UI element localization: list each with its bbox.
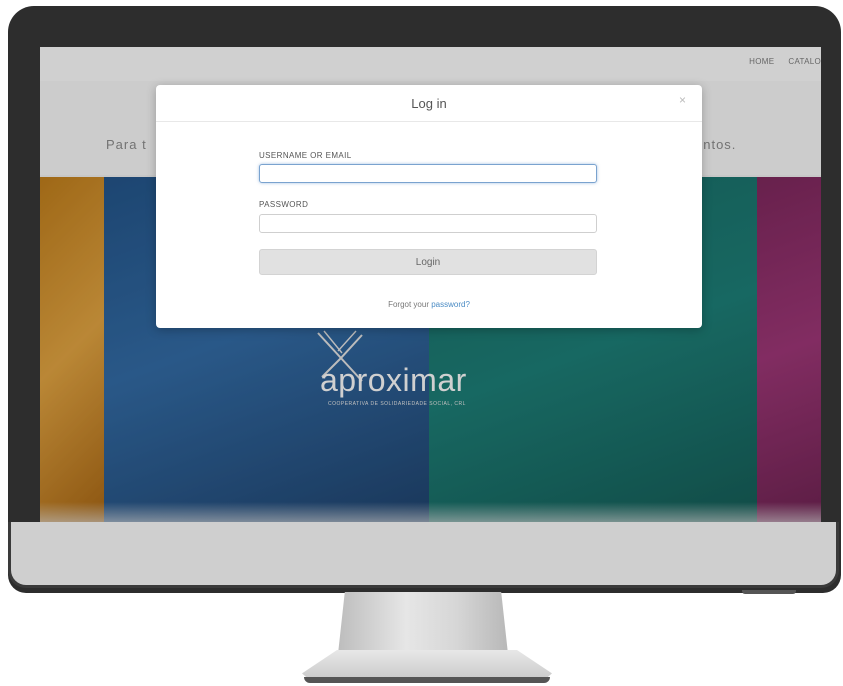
monitor-edge-tab [742,590,796,594]
password-label: PASSWORD [259,200,309,209]
username-input[interactable] [259,164,597,183]
login-modal: Log in × USERNAME OR EMAIL PASSWORD Logi… [156,85,702,328]
password-input[interactable] [259,214,597,233]
modal-title: Log in [411,96,447,111]
forgot-password-prefix: Forgot your [388,300,432,309]
forgot-password-link[interactable]: password? [431,300,470,309]
modal-header: Log in × [156,85,702,122]
close-icon[interactable]: × [679,93,686,107]
login-button[interactable]: Login [259,249,597,275]
monitor-stand-base [302,650,552,680]
monitor-stand-shadow [304,677,550,683]
monitor-stand-neck [338,592,508,654]
monitor-chin [8,522,839,588]
username-label: USERNAME OR EMAIL [259,151,352,160]
forgot-password-text: Forgot your password? [156,300,702,309]
screen: HOME CATALO Para t entos. aproximar COOP… [40,47,821,522]
